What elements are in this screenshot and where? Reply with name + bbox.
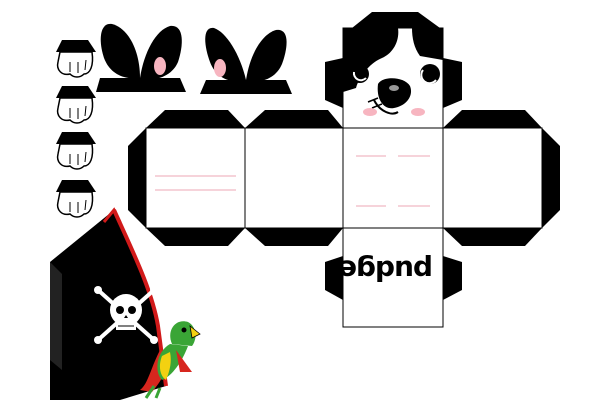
paw-2 (56, 86, 96, 124)
cube-face-1 (145, 127, 246, 229)
paw-icon (56, 51, 94, 78)
paw-4 (56, 180, 96, 218)
dog-name-label: pudge (338, 254, 434, 287)
paw-icon (56, 97, 94, 124)
ear-icon (246, 29, 287, 82)
ear-icon (205, 27, 246, 82)
paw-1 (56, 40, 96, 78)
pirate-hat-icon (50, 207, 168, 400)
ear-pair-right (200, 27, 292, 94)
papercraft-template: pudge (0, 0, 600, 400)
cube-face-3 (342, 127, 444, 229)
paw-3 (56, 132, 96, 170)
cube-face-2 (244, 127, 344, 229)
ear-icon (100, 23, 140, 79)
paw-icon (56, 143, 94, 170)
cube-face-4 (442, 127, 543, 229)
paw-icon (56, 191, 94, 218)
ear-pair-left (96, 23, 186, 92)
